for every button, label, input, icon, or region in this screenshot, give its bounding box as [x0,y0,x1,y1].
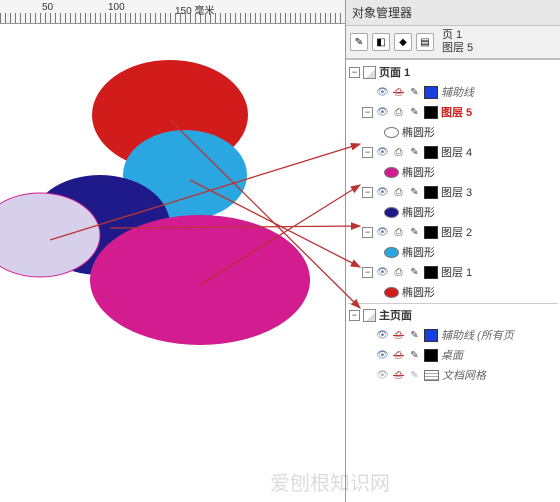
print-icon[interactable]: ⎙ [392,187,405,198]
master-page-node[interactable]: 主页面 [346,305,560,325]
panel-title: 对象管理器 [346,0,560,26]
expander-icon[interactable] [349,310,360,321]
master-desktop-row[interactable]: 👁 ⎙ ✎ 桌面 [346,345,560,365]
eye-icon[interactable]: 👁 [376,227,389,238]
layer-row-guides[interactable]: 👁 ⎙ ✎ 辅助线 [346,82,560,102]
layer-label: 图层 1 [441,264,472,280]
layer-row-2[interactable]: 👁 ⎙ ✎ 图层 2 [346,222,560,242]
eye-icon[interactable]: 👁 [376,187,389,198]
expander-icon[interactable] [362,227,373,238]
object-label: 椭圆形 [402,124,435,140]
panel-toolbar: ✎ ◧ ◆ ▤ 页 1 图层 5 [346,26,560,59]
object-label: 椭圆形 [402,204,435,220]
layer-label: 辅助线 [441,84,474,100]
pencil-icon[interactable]: ✎ [408,370,421,381]
color-swatch[interactable] [424,226,438,239]
object-row-ellipse[interactable]: 椭圆形 [346,122,560,142]
layer-label: 图层 5 [441,104,472,120]
page-node[interactable]: 页面 1 [346,62,560,82]
ruler-tick: 50 [42,2,53,13]
object-label: 椭圆形 [402,244,435,260]
pencil-icon[interactable]: ✎ [408,330,421,341]
color-swatch[interactable] [424,186,438,199]
toolbar-btn-4[interactable]: ▤ [416,33,434,51]
page-icon [363,66,376,79]
eye-icon[interactable]: 👁 [376,267,389,278]
toolbar-btn-1[interactable]: ✎ [350,33,368,51]
drawing-surface[interactable] [0,24,345,502]
eye-icon[interactable]: 👁 [376,370,389,381]
pencil-icon[interactable]: ✎ [408,147,421,158]
print-icon[interactable]: ⎙ [392,267,405,278]
layer-label: 文档网格 [442,367,486,383]
ellipse-pink[interactable] [90,215,310,345]
eye-icon[interactable]: 👁 [376,350,389,361]
expander-icon[interactable] [362,147,373,158]
master-label: 主页面 [379,307,412,323]
master-guides-row[interactable]: 👁 ⎙ ✎ 辅助线 (所有页 [346,325,560,345]
pencil-icon[interactable]: ✎ [408,187,421,198]
print-icon[interactable]: ⎙ [392,107,405,118]
object-label: 椭圆形 [402,284,435,300]
canvas-area[interactable]: 50 100 150 毫米 [0,0,345,502]
layer-label: 图层 2 [441,224,472,240]
color-swatch[interactable] [424,349,438,362]
layer-row-5[interactable]: 👁 ⎙ ✎ 图层 5 [346,102,560,122]
layer-label: 辅助线 (所有页 [441,327,514,343]
master-grid-row[interactable]: 👁 ⎙ ✎ 文档网格 [346,365,560,385]
expander-icon[interactable] [362,267,373,278]
layer-row-3[interactable]: 👁 ⎙ ✎ 图层 3 [346,182,560,202]
print-disabled-icon[interactable]: ⎙ [392,350,405,361]
toolbar-btn-2[interactable]: ◧ [372,33,390,51]
expander-icon[interactable] [349,67,360,78]
print-disabled-icon[interactable]: ⎙ [392,87,405,98]
object-row-ellipse[interactable]: 椭圆形 [346,202,560,222]
ruler-horizontal: 50 100 150 毫米 [0,0,345,24]
object-row-ellipse[interactable]: 椭圆形 [346,282,560,302]
pencil-icon[interactable]: ✎ [408,87,421,98]
layer-label: 图层 3 [441,184,472,200]
layer-tree[interactable]: 页面 1 👁 ⎙ ✎ 辅助线 👁 ⎙ ✎ 图层 5 [346,59,560,502]
layer-row-4[interactable]: 👁 ⎙ ✎ 图层 4 [346,142,560,162]
color-swatch[interactable] [424,146,438,159]
color-swatch[interactable] [424,106,438,119]
object-row-ellipse[interactable]: 椭圆形 [346,242,560,262]
object-label: 椭圆形 [402,164,435,180]
color-swatch[interactable] [424,86,438,99]
ellipse-icon [384,247,399,258]
color-swatch[interactable] [424,329,438,342]
eye-icon[interactable]: 👁 [376,147,389,158]
print-disabled-icon[interactable]: ⎙ [392,330,405,341]
print-disabled-icon[interactable]: ⎙ [392,370,405,381]
object-row-ellipse[interactable]: 椭圆形 [346,162,560,182]
eye-icon[interactable]: 👁 [376,330,389,341]
pencil-icon[interactable]: ✎ [408,267,421,278]
page-icon [363,309,376,322]
eye-icon[interactable]: 👁 [376,87,389,98]
object-manager-panel: 对象管理器 ✎ ◧ ◆ ▤ 页 1 图层 5 页面 1 👁 ⎙ ✎ [345,0,560,502]
page-label: 页面 1 [379,64,410,80]
eye-icon[interactable]: 👁 [376,107,389,118]
layer-label: 桌面 [441,347,463,363]
ellipse-icon [384,167,399,178]
print-icon[interactable]: ⎙ [392,147,405,158]
pencil-icon[interactable]: ✎ [408,350,421,361]
color-swatch[interactable] [424,266,438,279]
ruler-tick: 100 [108,2,125,13]
grid-icon [424,370,439,381]
layer-label: 图层 4 [441,144,472,160]
layer-row-1[interactable]: 👁 ⎙ ✎ 图层 1 [346,262,560,282]
ellipse-icon [384,127,399,138]
current-layer: 图层 5 [442,42,473,55]
ellipses-svg [0,24,345,494]
ellipse-icon [384,207,399,218]
current-page: 页 1 [442,29,473,42]
expander-icon[interactable] [362,107,373,118]
ellipse-icon [384,287,399,298]
toolbar-btn-3[interactable]: ◆ [394,33,412,51]
pencil-icon[interactable]: ✎ [408,227,421,238]
print-icon[interactable]: ⎙ [392,227,405,238]
expander-icon[interactable] [362,187,373,198]
pencil-icon[interactable]: ✎ [408,107,421,118]
